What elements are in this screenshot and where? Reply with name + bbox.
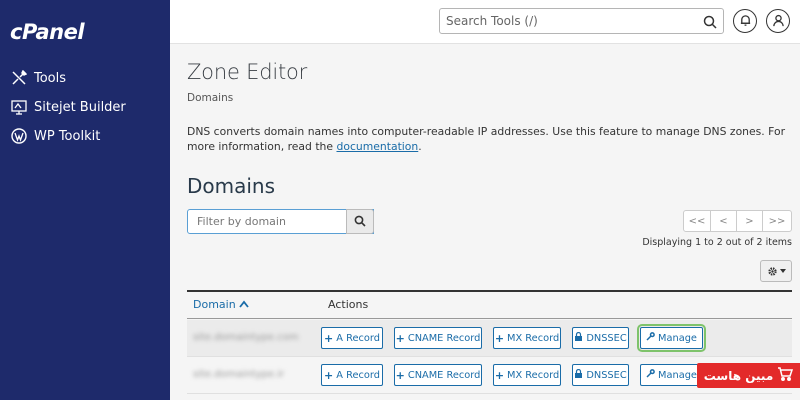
pager-next-button[interactable]: > [736, 210, 763, 232]
tool-search-input[interactable] [446, 12, 696, 30]
user-icon [772, 12, 785, 31]
section-title: Domains [187, 174, 276, 198]
cart-icon [777, 366, 794, 385]
filter-search-button[interactable] [346, 209, 374, 234]
pager-prev-button[interactable]: < [710, 210, 737, 232]
settings-dropdown-button[interactable] [760, 260, 792, 282]
table-header: Domain Actions [187, 290, 792, 319]
lock-icon [574, 368, 583, 381]
wrench-icon [646, 369, 655, 381]
manage-button[interactable]: Manage [640, 364, 703, 386]
search-icon[interactable] [703, 14, 717, 29]
add-a-record-button[interactable]: + A Record [321, 364, 383, 386]
tool-search[interactable] [439, 8, 724, 34]
user-menu-button[interactable] [766, 9, 790, 33]
sidebar-item-label: Sitejet Builder [34, 99, 126, 115]
button-label: MX Record [507, 332, 560, 344]
caret-down-icon [779, 269, 786, 273]
plus-icon: + [395, 331, 405, 345]
sidebar-item-wp-toolkit[interactable]: WP Toolkit [10, 125, 100, 147]
plus-icon: + [324, 368, 334, 382]
add-cname-record-button[interactable]: + CNAME Record [394, 364, 482, 386]
plus-icon: + [494, 368, 505, 382]
search-icon [354, 212, 366, 231]
add-mx-record-button[interactable]: + MX Record [493, 327, 561, 349]
sitejet-icon [10, 98, 28, 116]
button-label: CNAME Record [407, 369, 481, 381]
button-label: A Record [336, 369, 380, 381]
sort-ascending-icon [238, 298, 249, 311]
main-content: Zone Editor Domains DNS converts domain … [170, 44, 800, 400]
button-label: DNSSEC [586, 369, 627, 381]
tools-icon [10, 69, 28, 87]
button-label: MX Record [507, 369, 560, 381]
button-label: Manage [658, 369, 697, 381]
sidebar: cPanel Tools Sitejet Builder WP Toolkit [0, 0, 170, 400]
gear-icon [767, 262, 778, 281]
description-text: DNS converts domain names into computer-… [187, 125, 786, 153]
sidebar-item-sitejet[interactable]: Sitejet Builder [10, 96, 126, 118]
watermark-text: مبين هاست [703, 368, 774, 383]
plus-icon: + [324, 331, 334, 345]
documentation-link[interactable]: documentation [336, 140, 418, 153]
domain-header-label: Domain [193, 298, 236, 311]
top-bar [170, 0, 800, 44]
domain-column-header[interactable]: Domain [193, 298, 249, 311]
button-label: CNAME Record [407, 332, 481, 344]
page-title: Zone Editor [187, 60, 308, 84]
sidebar-item-tools[interactable]: Tools [10, 67, 66, 89]
wordpress-icon [10, 127, 28, 145]
button-label: DNSSEC [586, 332, 627, 344]
pagination-info: Displaying 1 to 2 out of 2 items [642, 237, 792, 248]
plus-icon: + [494, 331, 505, 345]
cpanel-logo[interactable]: cPanel [10, 20, 85, 44]
manage-button[interactable]: Manage [637, 324, 706, 352]
add-cname-record-button[interactable]: + CNAME Record [394, 327, 482, 349]
add-a-record-button[interactable]: + A Record [321, 327, 383, 349]
sidebar-item-label: WP Toolkit [34, 128, 101, 144]
domain-name[interactable]: site.domaintype.com [193, 332, 299, 343]
pager-first-button[interactable]: << [683, 210, 711, 232]
button-label: A Record [336, 332, 380, 344]
sidebar-item-label: Tools [34, 70, 67, 86]
lock-icon [574, 331, 583, 344]
dnssec-button[interactable]: DNSSEC [572, 327, 629, 349]
page-description: DNS converts domain names into computer-… [187, 124, 787, 154]
domain-name[interactable]: site.domaintype.ir [193, 369, 284, 380]
notifications-button[interactable] [733, 9, 757, 33]
pager-last-button[interactable]: >> [762, 210, 792, 232]
dnssec-button[interactable]: DNSSEC [572, 364, 629, 386]
wrench-icon [646, 332, 655, 344]
bell-icon [739, 12, 752, 31]
table-row: site.domaintype.com + A Record + CNAME Rec… [187, 320, 792, 357]
actions-column-header: Actions [328, 298, 369, 311]
watermark-badge: مبين هاست [697, 363, 800, 388]
breadcrumb: Domains [187, 92, 234, 104]
add-mx-record-button[interactable]: + MX Record [493, 364, 561, 386]
description-suffix: . [418, 140, 422, 153]
button-label: Manage [658, 332, 697, 344]
plus-icon: + [395, 368, 405, 382]
